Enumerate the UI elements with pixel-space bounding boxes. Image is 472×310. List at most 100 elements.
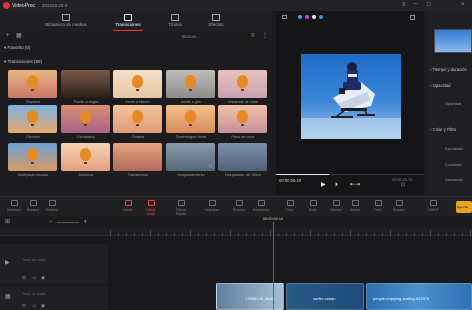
transition-thumbnail[interactable]: [166, 70, 215, 98]
toolbar-button[interactable]: Volumen: [327, 200, 345, 212]
lock-icon[interactable]: ⊡: [22, 303, 26, 309]
transition-label: fundir a blanco: [125, 100, 151, 104]
transition-thumbnail[interactable]: [218, 70, 267, 98]
tab-transitions[interactable]: Transiciones: [103, 11, 153, 31]
toolbar-button-label: Deshacer: [6, 208, 22, 212]
transition-thumbnail[interactable]: [8, 105, 57, 133]
toolbar-button[interactable]: Movimiento: [252, 200, 270, 212]
media-tabs: Biblioteca de medios Transiciones Título…: [0, 11, 272, 31]
section-opacity[interactable]: › Opacidad: [430, 83, 451, 88]
toolbar-button[interactable]: Dividir: [119, 200, 137, 212]
favorite-icon[interactable]: ♡: [209, 164, 213, 170]
transition-label: Multiplicar escalar: [17, 173, 49, 177]
timeline-clip[interactable]: people-enjoying-surfing-942573: [366, 283, 472, 310]
snapshot-icon[interactable]: ⊡: [401, 182, 405, 188]
toolbar-tool-icon: [208, 200, 216, 206]
color-dot-icon[interactable]: [298, 15, 302, 19]
effects-icon: [212, 14, 220, 21]
search-input[interactable]: Buscar...: [182, 34, 200, 39]
step-forward-icon[interactable]: ⏵: [335, 182, 338, 188]
toolbar-button[interactable]: Velocidad: [203, 200, 221, 212]
toolbar-button-label: Mosaico: [392, 208, 406, 212]
toolbar-button[interactable]: Edición Rápida: [172, 200, 190, 216]
menu-icon[interactable]: ≡: [402, 2, 406, 8]
toolbar-button[interactable]: Grabar: [346, 200, 364, 212]
visibility-icon[interactable]: ◉: [41, 275, 45, 281]
toolbar-tool-icon: [48, 200, 56, 206]
favorites-section-header[interactable]: ▾ Favorito (0): [4, 45, 31, 51]
play-icon[interactable]: ▶: [321, 182, 326, 188]
monitor-icon[interactable]: [282, 15, 287, 19]
basket-icon: [241, 124, 244, 126]
more-icon[interactable]: ⋮: [262, 33, 268, 39]
transition-thumbnail[interactable]: [218, 143, 267, 171]
color-dot-icon[interactable]: [312, 15, 316, 19]
app-logo-icon: [3, 2, 10, 9]
playhead[interactable]: [273, 222, 274, 310]
basket-icon: [136, 124, 139, 126]
trim-icon[interactable]: ⇤⇥: [350, 182, 360, 188]
toolbar-button[interactable]: Rehacer: [24, 200, 42, 212]
toolbar-button[interactable]: Texto: [369, 200, 387, 212]
preview-progress-track[interactable]: [276, 174, 424, 175]
close-icon[interactable]: ×: [461, 2, 465, 8]
visibility-icon[interactable]: ◉: [41, 303, 45, 309]
grid-view-icon[interactable]: ▦: [16, 33, 22, 39]
section-time-duration[interactable]: › Tiempo y duración: [430, 67, 467, 72]
lock-icon[interactable]: ⊡: [22, 275, 26, 281]
snowmobile-jump-image: [301, 62, 401, 139]
transition-thumbnail[interactable]: [61, 143, 110, 171]
filter-icon[interactable]: ≡: [251, 33, 255, 39]
transition-thumbnail[interactable]: ♡: [166, 143, 215, 171]
color-dot-icon[interactable]: [319, 15, 323, 19]
transition-thumbnail[interactable]: [61, 105, 110, 133]
zoom-out-icon[interactable]: −: [49, 219, 53, 225]
toolbar-button-label: Movimiento: [252, 208, 270, 212]
mute-icon[interactable]: ◁: [32, 275, 35, 281]
toolbar-button[interactable]: Estilo: [304, 200, 322, 212]
toolbar-button[interactable]: GRBRP: [424, 200, 442, 212]
toolbar-button[interactable]: Mosaico: [390, 200, 408, 212]
toolbar-button[interactable]: Dividir Audio: [142, 200, 160, 216]
toolbar-button[interactable]: Color: [281, 200, 299, 212]
transition-thumbnail[interactable]: [8, 70, 57, 98]
maximize-icon[interactable]: □: [427, 2, 431, 8]
clip-label: people-enjoying-surfing-942573: [373, 296, 430, 301]
transition-thumbnail[interactable]: [218, 105, 267, 133]
toolbar-button[interactable]: Deshacer: [5, 200, 23, 212]
zoom-slider[interactable]: [57, 222, 79, 223]
transition-thumbnail[interactable]: [8, 143, 57, 171]
section-color-filter[interactable]: › Color y Filtro: [430, 127, 456, 132]
basket-icon: [189, 89, 192, 91]
timeline-clip[interactable]: surfer-ocean: [286, 283, 364, 310]
tab-effects[interactable]: Efectos: [191, 11, 241, 31]
toolbar-button[interactable]: Recortar: [230, 200, 248, 212]
export-button[interactable]: Exportar: [456, 201, 472, 213]
color-dot-icon[interactable]: [305, 15, 309, 19]
clip-thumbnail: [434, 29, 472, 53]
fullscreen-icon[interactable]: [410, 15, 415, 20]
timeline-ruler[interactable]: [0, 228, 472, 236]
transition-thumbnail[interactable]: [113, 105, 162, 133]
snap-icon[interactable]: ⊞: [5, 219, 10, 225]
video-preview-frame: [301, 54, 401, 139]
basket-icon: [241, 89, 244, 91]
transitions-panel: ▾ Favorito (0) ▾ Transiciones (89) Dispa…: [0, 42, 272, 195]
zoom-in-icon[interactable]: ◐: [84, 219, 88, 225]
tab-media-library[interactable]: Biblioteca de medios: [41, 11, 91, 31]
transition-label: Paso de color: [231, 135, 255, 139]
mute-icon[interactable]: ◁: [32, 303, 35, 309]
transitions-section-header[interactable]: ▾ Transiciones (89): [4, 59, 42, 65]
toolbar-tool-icon: [10, 200, 18, 206]
minimize-icon[interactable]: –: [414, 1, 417, 7]
add-icon[interactable]: +: [6, 33, 10, 39]
transition-thumbnail[interactable]: [61, 70, 110, 98]
transition-thumbnail[interactable]: [166, 105, 215, 133]
preview-top-icons: [282, 15, 420, 21]
toolbar-button-label: Recortar: [232, 208, 246, 212]
timeline-toolbar: ⊞ − ◐ 00:00:09.10: [0, 217, 472, 228]
basket-icon: [189, 124, 192, 126]
transition-thumbnail[interactable]: [113, 70, 162, 98]
transition-thumbnail[interactable]: [113, 143, 162, 171]
toolbar-button[interactable]: Eliminar: [43, 200, 61, 212]
